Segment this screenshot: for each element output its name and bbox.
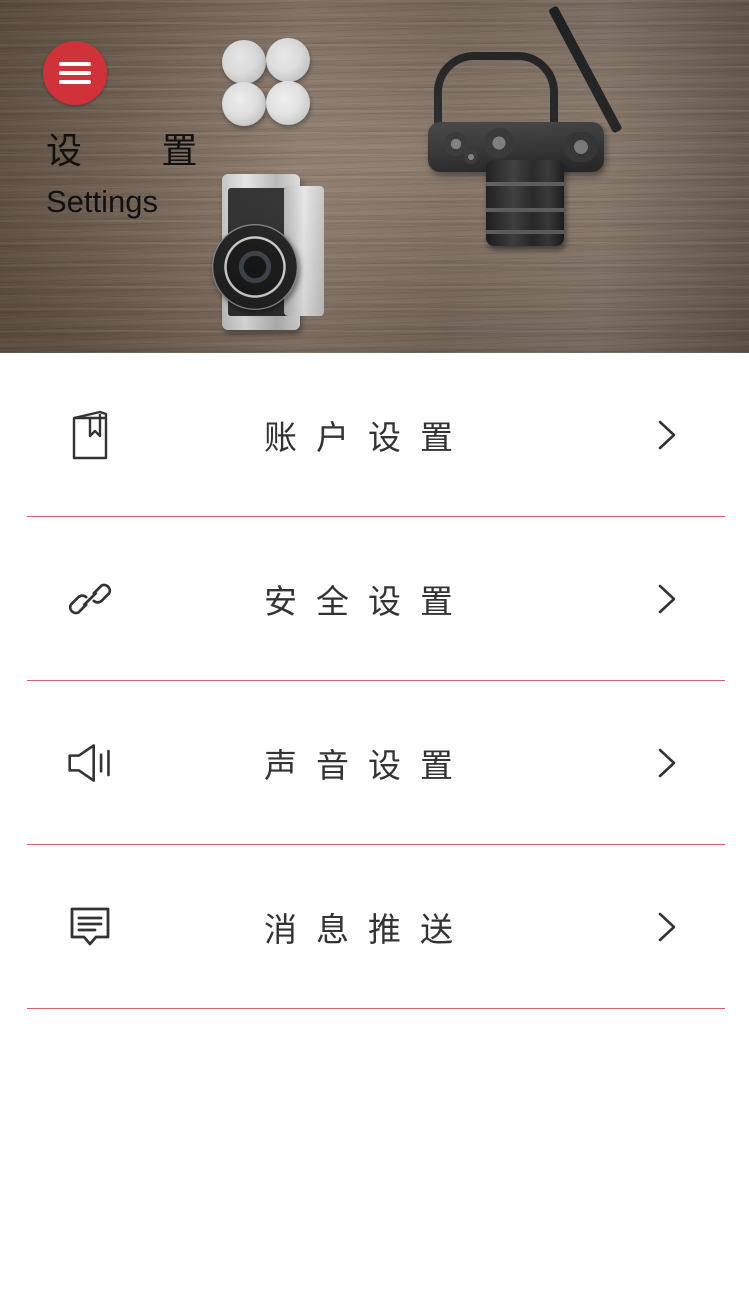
book-bookmark-icon <box>66 407 114 463</box>
chevron-right-icon <box>652 745 682 781</box>
page-title-en: Settings <box>46 184 159 219</box>
divider <box>27 1008 725 1009</box>
speaker-icon <box>66 735 114 791</box>
settings-item-label: 声音设置 <box>264 746 472 785</box>
chevron-right-icon <box>652 581 682 617</box>
header-banner: 设 置 Settings <box>0 0 749 353</box>
menu-button[interactable] <box>43 41 107 105</box>
chevron-right-icon <box>652 909 682 945</box>
settings-item-sound[interactable]: 声音设置 <box>0 681 749 845</box>
chevron-right-icon <box>652 417 682 453</box>
link-icon <box>66 571 114 627</box>
photo-vignette <box>0 0 749 353</box>
settings-item-label: 消息推送 <box>264 910 472 949</box>
message-icon <box>66 899 114 955</box>
settings-item-notifications[interactable]: 消息推送 <box>0 845 749 1009</box>
settings-item-security[interactable]: 安全设置 <box>0 517 749 681</box>
settings-list: 账户设置 安全设置 声音设置 消息推送 <box>0 353 749 1009</box>
hamburger-menu-icon <box>59 62 91 66</box>
settings-item-account[interactable]: 账户设置 <box>0 353 749 517</box>
settings-item-label: 账户设置 <box>264 418 472 457</box>
page-title-cn: 设 置 <box>46 131 232 172</box>
settings-item-label: 安全设置 <box>264 582 472 621</box>
